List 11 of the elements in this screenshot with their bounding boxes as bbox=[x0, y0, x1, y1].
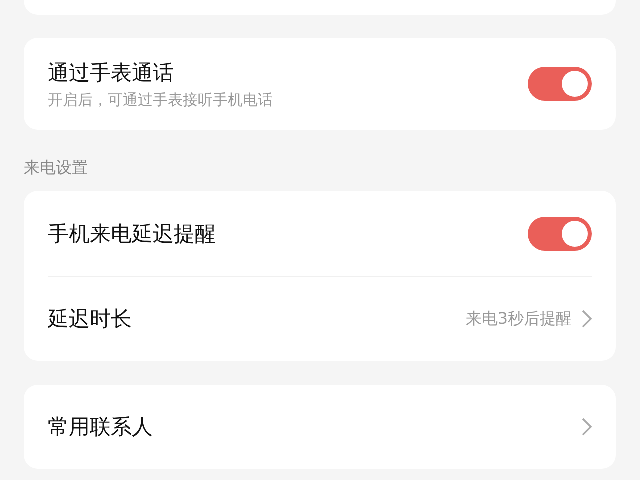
chevron-icon bbox=[582, 418, 592, 436]
setting-title: 通过手表通话 bbox=[48, 60, 175, 86]
setting-title: 延迟时长 bbox=[48, 306, 133, 333]
setting-description: 开启后，可通过手表接听手机电话 bbox=[48, 90, 274, 110]
section-label: 来电设置 bbox=[24, 158, 88, 179]
setting-title: 手机来电延迟提醒 bbox=[48, 220, 217, 248]
setting-value: 来电3秒后提醒 bbox=[466, 308, 572, 330]
chevron-icon bbox=[582, 310, 592, 328]
toggle-switch[interactable] bbox=[528, 216, 592, 250]
setting-title: 常用联系人 bbox=[48, 414, 154, 441]
toggle-switch[interactable] bbox=[528, 67, 592, 101]
